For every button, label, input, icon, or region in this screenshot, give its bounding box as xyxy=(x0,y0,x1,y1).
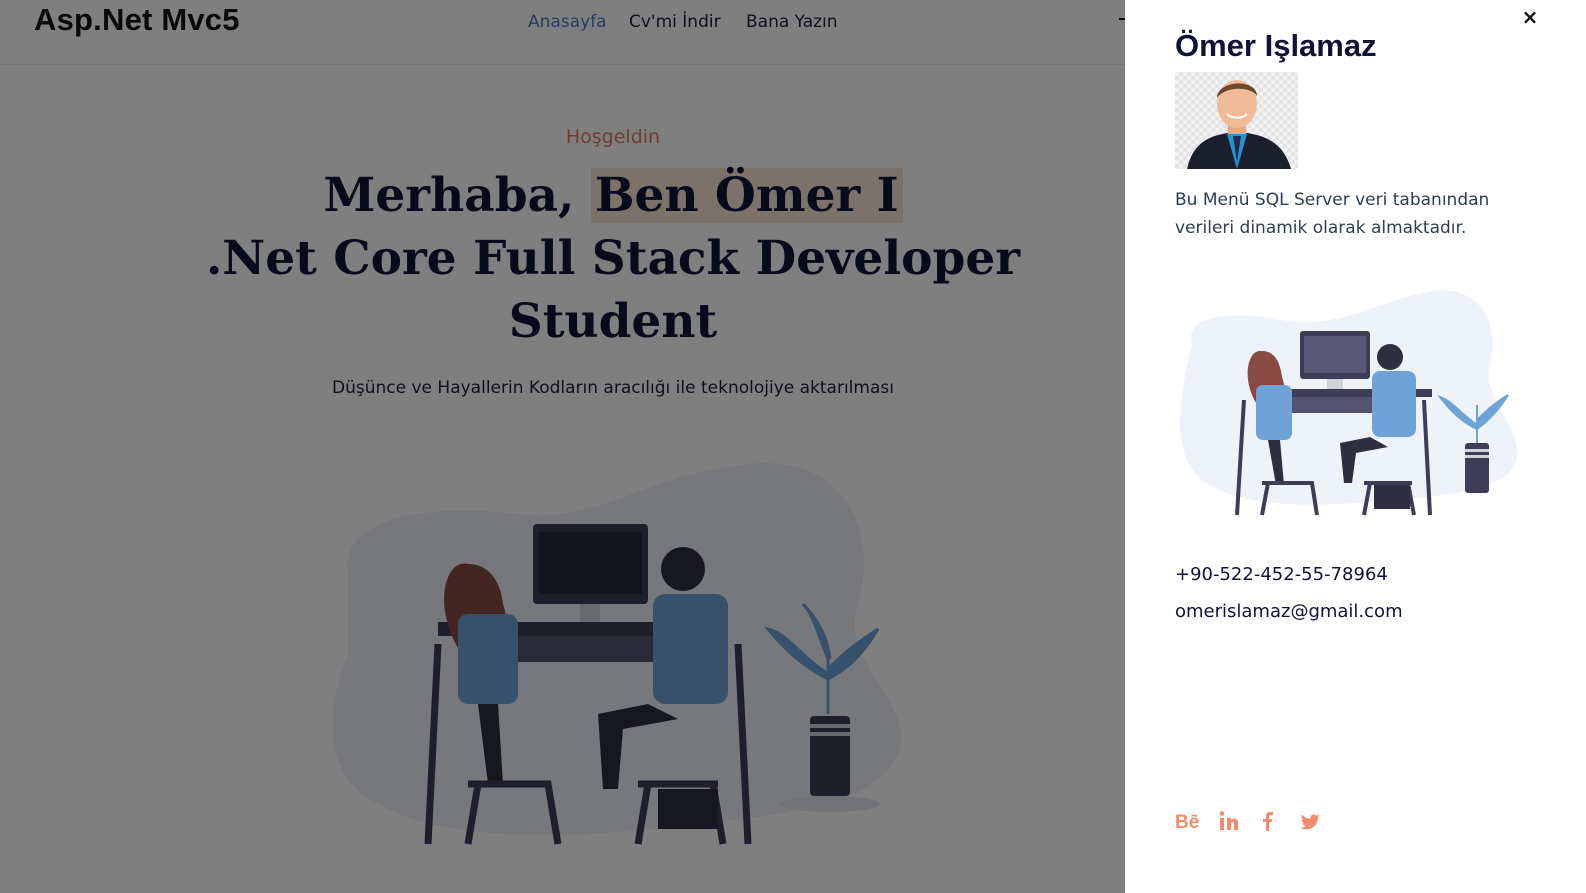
panel-person-right-body xyxy=(1372,371,1416,437)
avatar-portrait xyxy=(1187,80,1291,169)
linkedin-glyph xyxy=(1219,811,1238,830)
panel-person-left-body xyxy=(1256,385,1292,440)
close-panel-button[interactable]: × xyxy=(1519,6,1541,28)
contact-email[interactable]: omerislamaz@gmail.com xyxy=(1175,601,1403,622)
panel-description: Bu Menü SQL Server veri tabanından veril… xyxy=(1175,190,1490,238)
facebook-glyph xyxy=(1263,812,1273,831)
linkedin-icon[interactable] xyxy=(1219,810,1239,836)
panel-name: Ömer Işlamaz xyxy=(1175,28,1377,63)
contact-phone[interactable]: +90-522-452-55-78964 xyxy=(1175,564,1388,585)
twitter-icon[interactable] xyxy=(1299,810,1321,836)
panel-illustration xyxy=(1180,290,1518,516)
behance-icon[interactable]: Bē xyxy=(1175,812,1199,834)
twitter-glyph xyxy=(1300,814,1320,830)
page-root: Asp.Net Mvc5 Anasayfa Cv'mi İndir Bana Y… xyxy=(0,0,1586,893)
profile-avatar xyxy=(1175,72,1298,169)
facebook-icon[interactable] xyxy=(1262,810,1274,836)
panel-person-right-head xyxy=(1377,344,1403,370)
